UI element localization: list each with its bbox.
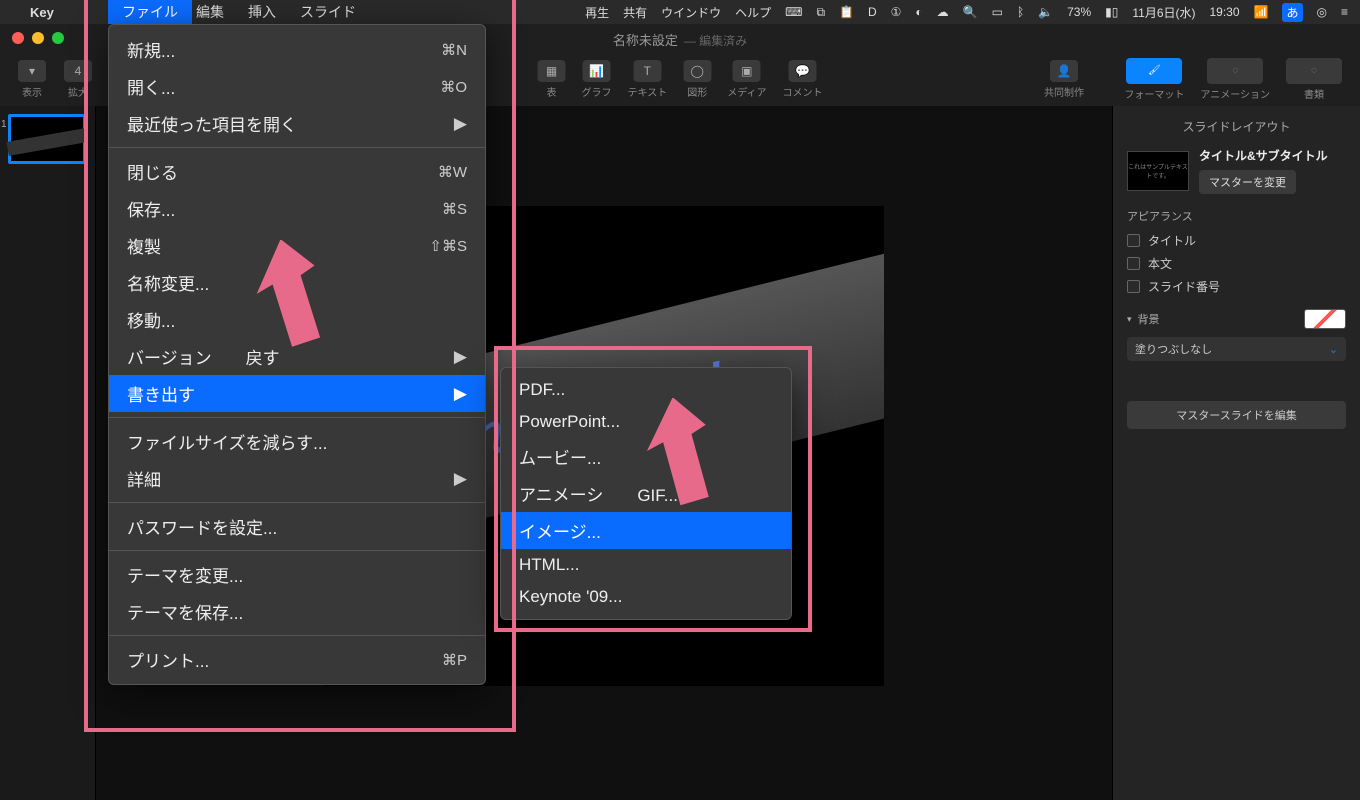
time-label: 19:30: [1210, 5, 1240, 19]
menubar-edit[interactable]: 編集: [196, 2, 224, 22]
file-menu-item[interactable]: 新規...⌘N: [109, 31, 485, 68]
menubar-item[interactable]: 共有: [623, 4, 647, 21]
background-disclosure[interactable]: 背景: [1127, 309, 1346, 329]
toolbar-コメント[interactable]: 💬コメント: [777, 60, 829, 99]
menubar-file[interactable]: ファイル: [108, 0, 192, 24]
check-本文[interactable]: 本文: [1127, 255, 1346, 272]
file-menu-item[interactable]: 閉じる⌘W: [109, 153, 485, 190]
file-menu-item[interactable]: 保存...⌘S: [109, 190, 485, 227]
slide-thumb-1[interactable]: 1: [8, 114, 86, 164]
tab-アニメーション[interactable]: ◌アニメーション: [1194, 58, 1276, 101]
layout-thumb: これはサンプルテキストです。: [1127, 151, 1189, 191]
tray-icon[interactable]: 📋: [839, 5, 854, 19]
menubar-insert[interactable]: 挿入: [248, 2, 276, 22]
ime-icon[interactable]: あ: [1282, 3, 1302, 22]
tray-icon[interactable]: ▭: [992, 5, 1003, 19]
menubar-item[interactable]: 再生: [585, 4, 609, 21]
dropbox-icon[interactable]: ⧉: [816, 5, 825, 20]
battery-label[interactable]: 73%: [1067, 5, 1091, 19]
file-menu-item[interactable]: パスワードを設定...: [109, 508, 485, 545]
wifi-icon[interactable]: 📶: [1254, 5, 1269, 19]
tab-フォーマット[interactable]: 🖌フォーマット: [1118, 58, 1190, 101]
inspector: スライドレイアウト これはサンプルテキストです。 タイトル&サブタイトル マスタ…: [1112, 106, 1360, 800]
file-menu-item[interactable]: 詳細▶: [109, 460, 485, 497]
change-master-button[interactable]: マスターを変更: [1199, 170, 1296, 194]
check-タイトル[interactable]: タイトル: [1127, 232, 1346, 249]
tray-icon[interactable]: ◐: [915, 5, 922, 19]
file-menu-item[interactable]: テーマを保存...: [109, 593, 485, 630]
tab-書類[interactable]: ◌書類: [1280, 58, 1348, 101]
menubar-item[interactable]: ヘルプ: [735, 4, 771, 21]
toolbar-view[interactable]: ▾表示: [12, 60, 52, 99]
inspector-header: スライドレイアウト: [1127, 118, 1346, 135]
battery-icon[interactable]: ▮▯: [1105, 5, 1118, 19]
background-swatch[interactable]: [1304, 309, 1346, 329]
export-menu-item[interactable]: Keynote '09...: [501, 581, 791, 613]
date-label: 11月6日(水): [1132, 4, 1195, 21]
toolbar-collab[interactable]: 👤共同制作: [1038, 60, 1090, 99]
tray-icon[interactable]: D: [868, 5, 877, 19]
edit-master-button[interactable]: マスタースライドを編集: [1127, 401, 1346, 429]
menubar-item[interactable]: ウインドウ: [661, 4, 721, 21]
annotation-arrow-2: [620, 398, 740, 558]
slide-panel[interactable]: 1: [0, 106, 96, 800]
toolbar-表[interactable]: ▦表: [531, 60, 571, 99]
tray-icon[interactable]: ⌨: [785, 5, 802, 19]
tray-icon[interactable]: ①: [891, 5, 902, 19]
menu-icon[interactable]: ≡: [1341, 5, 1348, 19]
toolbar-グラフ[interactable]: 📊グラフ: [575, 60, 617, 99]
check-スライド番号[interactable]: スライド番号: [1127, 278, 1346, 295]
appearance-label: アピアランス: [1127, 208, 1346, 224]
volume-icon[interactable]: 🔈: [1038, 5, 1053, 19]
fill-select[interactable]: 塗りつぶしなし: [1127, 337, 1346, 361]
file-menu-item[interactable]: ファイルサイズを減らす...: [109, 423, 485, 460]
layout-title: タイトル&サブタイトル: [1199, 147, 1346, 164]
bluetooth-icon[interactable]: ᛒ: [1017, 5, 1024, 19]
toolbar-zoom[interactable]: 4拡大: [58, 60, 98, 99]
search-icon[interactable]: 🔍: [963, 5, 978, 19]
menubar-slide[interactable]: スライド: [300, 2, 356, 22]
spotlight-icon[interactable]: ◎: [1317, 5, 1327, 19]
toolbar-メディア[interactable]: ▣メディア: [721, 60, 772, 99]
cloud-icon[interactable]: ☁: [937, 5, 949, 19]
file-menu-item[interactable]: プリント...⌘P: [109, 641, 485, 678]
app-name[interactable]: Key: [30, 5, 54, 20]
file-menu-item[interactable]: 最近使った項目を開く▶: [109, 105, 485, 142]
file-menu-item[interactable]: 開く...⌘O: [109, 68, 485, 105]
annotation-arrow-1: [230, 240, 330, 400]
file-menu-item[interactable]: テーマを変更...: [109, 556, 485, 593]
toolbar-図形[interactable]: ◯図形: [677, 60, 717, 99]
toolbar-テキスト[interactable]: Tテキスト: [621, 60, 673, 99]
